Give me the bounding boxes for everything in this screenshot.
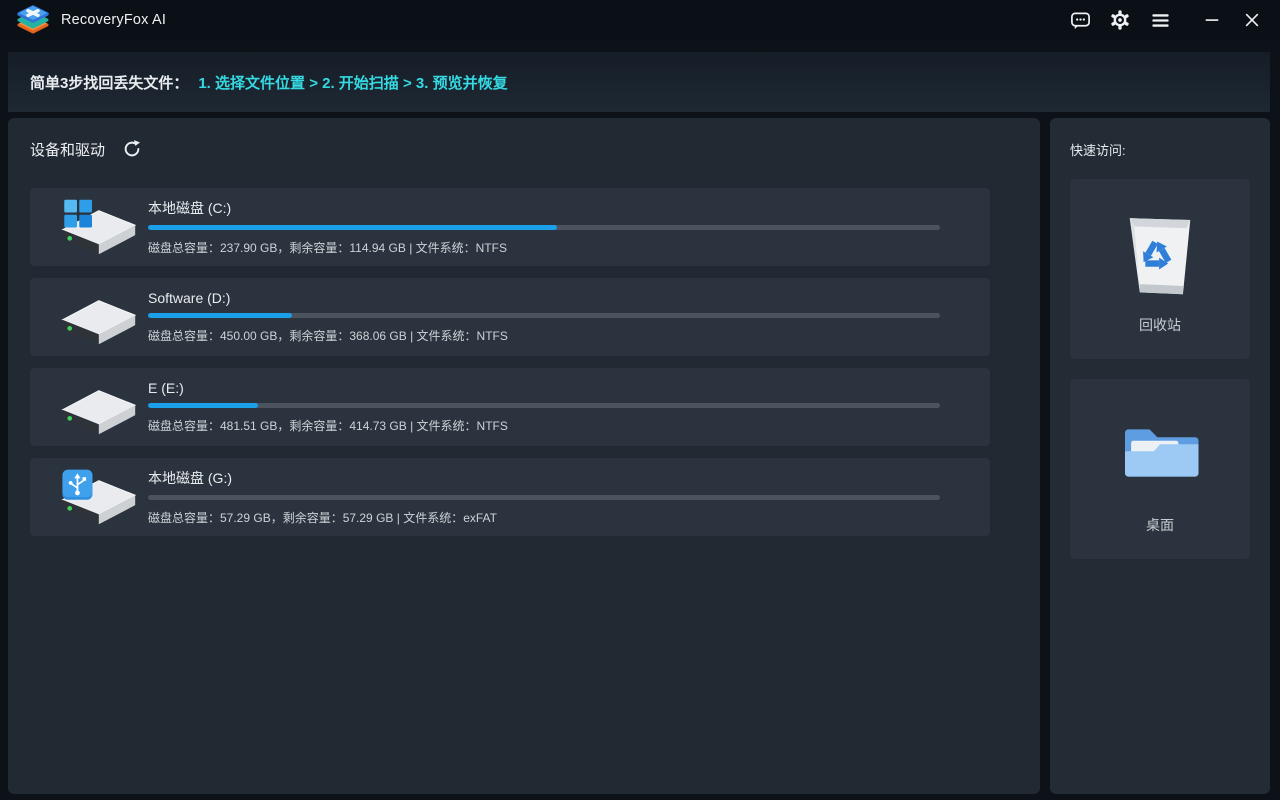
drive-usage-fill xyxy=(148,403,259,408)
drive-details: 磁盘总容量：237.90 GB，剩余容量：114.94 GB | 文件系统：NT… xyxy=(148,241,507,255)
desktop-folder-icon xyxy=(1125,429,1199,477)
feedback-icon xyxy=(1070,11,1090,29)
drive-row[interactable]: Software (D:) 磁盘总容量：450.00 GB，剩余容量：368.0… xyxy=(30,278,990,356)
app-title: RecoveryFox AI xyxy=(61,12,167,28)
drive-details: 磁盘总容量：450.00 GB，剩余容量：368.06 GB | 文件系统：NT… xyxy=(148,329,508,343)
drive-info: 本地磁盘 (C:) 磁盘总容量：237.90 GB，剩余容量：114.94 GB… xyxy=(148,198,940,256)
app-logo-icon xyxy=(16,5,50,35)
quick-access-card-icon-wrap xyxy=(1118,403,1202,503)
drive-info: E (E:) 磁盘总容量：481.51 GB，剩余容量：414.73 GB | … xyxy=(148,380,940,434)
hard-drive-icon xyxy=(61,390,137,435)
refresh-icon xyxy=(124,140,141,157)
refresh-button[interactable] xyxy=(121,138,143,160)
quick-access-cards: 回收站 桌面 xyxy=(1070,179,1250,559)
drive-usage-bar xyxy=(148,225,940,230)
usb-drive-icon xyxy=(61,469,137,525)
steps-banner-steps: 1. 选择文件位置 > 2. 开始扫描 > 3. 预览并恢复 xyxy=(198,74,508,92)
recycle-bin-icon xyxy=(1129,218,1191,295)
titlebar-actions xyxy=(1052,8,1264,32)
quick-access-card[interactable]: 回收站 xyxy=(1070,179,1250,359)
drive-info: Software (D:) 磁盘总容量：450.00 GB，剩余容量：368.0… xyxy=(148,290,940,344)
devices-header-title: 设备和驱动 xyxy=(30,141,106,159)
drive-info: 本地磁盘 (G:) 磁盘总容量：57.29 GB，剩余容量：57.29 GB |… xyxy=(148,468,940,526)
menu-icon xyxy=(1151,13,1169,27)
drive-usage-bar xyxy=(148,313,940,318)
devices-panel: 设备和驱动 本地磁盘 (C:) 磁盘总容量：237.90 GB，剩余容量：114… xyxy=(8,118,1040,794)
drive-row[interactable]: 本地磁盘 (G:) 磁盘总容量：57.29 GB，剩余容量：57.29 GB |… xyxy=(30,458,990,536)
settings-gear-icon xyxy=(1111,10,1129,30)
app-window: RecoveryFox AI 简单3步找回丢失文件： 1. 选择文件位置 > 2… xyxy=(0,0,1280,800)
windows-drive-icon xyxy=(61,199,137,255)
menu-button[interactable] xyxy=(1148,8,1172,32)
drive-icon xyxy=(46,197,148,257)
titlebar: RecoveryFox AI xyxy=(0,0,1280,40)
drive-name: E (E:) xyxy=(148,380,184,396)
close-icon xyxy=(1245,13,1259,27)
quick-access-header: 快速访问: xyxy=(1070,143,1126,158)
steps-banner-prefix: 简单3步找回丢失文件： xyxy=(30,74,189,92)
quick-access-card-icon-wrap xyxy=(1116,203,1204,303)
drive-icon xyxy=(46,467,148,527)
drive-usage-bar xyxy=(148,495,940,500)
drive-icon xyxy=(46,287,148,347)
feedback-button[interactable] xyxy=(1068,8,1092,32)
devices-header: 设备和驱动 xyxy=(30,138,1040,160)
drive-name: 本地磁盘 (G:) xyxy=(148,470,232,486)
drive-usage-fill xyxy=(148,313,293,318)
quick-access-panel: 快速访问: 回收站 桌面 xyxy=(1050,118,1270,794)
drive-details: 磁盘总容量：57.29 GB，剩余容量：57.29 GB | 文件系统：exFA… xyxy=(148,511,497,525)
drive-name: Software (D:) xyxy=(148,290,231,306)
drive-row[interactable]: 本地磁盘 (C:) 磁盘总容量：237.90 GB，剩余容量：114.94 GB… xyxy=(30,188,990,266)
minimize-icon xyxy=(1205,19,1219,21)
drive-row[interactable]: E (E:) 磁盘总容量：481.51 GB，剩余容量：414.73 GB | … xyxy=(30,368,990,446)
drive-usage-bar xyxy=(148,403,940,408)
close-button[interactable] xyxy=(1240,8,1264,32)
quick-access-card-label: 回收站 xyxy=(1139,317,1181,333)
drive-icon xyxy=(46,377,148,437)
minimize-button[interactable] xyxy=(1200,8,1224,32)
drive-name: 本地磁盘 (C:) xyxy=(148,200,232,216)
quick-access-card[interactable]: 桌面 xyxy=(1070,379,1250,559)
steps-banner: 简单3步找回丢失文件： 1. 选择文件位置 > 2. 开始扫描 > 3. 预览并… xyxy=(8,52,1270,112)
hard-drive-icon xyxy=(61,300,137,345)
drive-list: 本地磁盘 (C:) 磁盘总容量：237.90 GB，剩余容量：114.94 GB… xyxy=(30,188,990,536)
drive-details: 磁盘总容量：481.51 GB，剩余容量：414.73 GB | 文件系统：NT… xyxy=(148,419,508,433)
quick-access-card-label: 桌面 xyxy=(1146,517,1174,533)
settings-button[interactable] xyxy=(1108,8,1132,32)
drive-usage-fill xyxy=(148,225,558,230)
